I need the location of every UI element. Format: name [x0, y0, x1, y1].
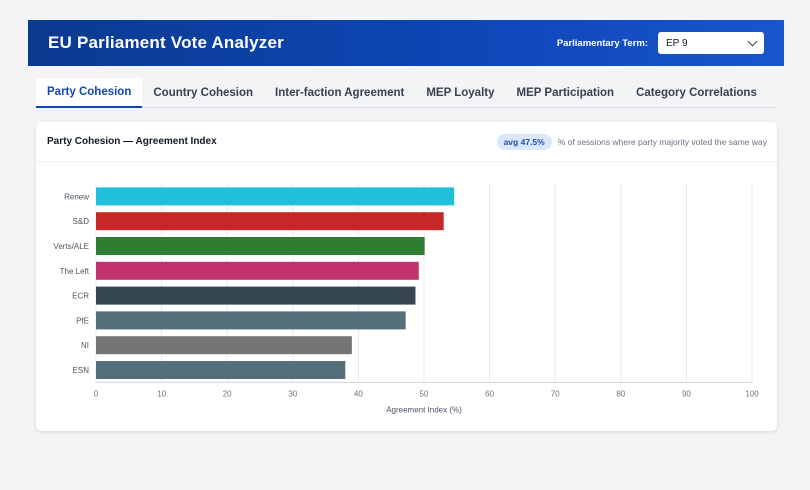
tab-category-correlations[interactable]: Category Correlations — [625, 78, 768, 108]
chevron-down-icon — [747, 36, 758, 46]
bar — [96, 336, 352, 355]
x-tick-label: 0 — [94, 389, 99, 398]
x-tick-label: 90 — [682, 389, 691, 398]
x-tick-label: 80 — [616, 389, 625, 398]
x-tick-label: 20 — [223, 389, 232, 398]
tab-mep-loyalty[interactable]: MEP Loyalty — [415, 78, 505, 108]
category-label: S&D — [73, 217, 90, 226]
bar — [96, 286, 416, 305]
bar — [96, 311, 406, 330]
app-title: EU Parliament Vote Analyzer — [48, 33, 284, 52]
x-tick-label: 70 — [551, 389, 560, 398]
x-tick-label: 10 — [157, 389, 166, 398]
category-label: ESN — [73, 366, 90, 375]
tab-mep-participation[interactable]: MEP Participation — [506, 78, 626, 108]
chart-card: Party Cohesion — Agreement Index avg 47.… — [36, 122, 777, 431]
card-header: Party Cohesion — Agreement Index avg 47.… — [36, 122, 777, 162]
bar-chart: 0 10 20 30 40 50 60 70 80 90 100 Renew S&D Verts/ALE T… — [53, 184, 759, 414]
term-selector-group: Parliamentary Term: EP 9 — [557, 32, 764, 54]
app-header: EU Parliament Vote Analyzer Parliamentar… — [28, 20, 784, 66]
x-tick-label: 50 — [420, 389, 429, 398]
x-tick-label: 100 — [745, 389, 759, 398]
average-badge: avg 47.5% — [496, 133, 552, 150]
card-description: % of sessions where party majority voted… — [557, 136, 767, 147]
category-label: NI — [81, 341, 89, 350]
app-window: EU Parliament Vote Analyzer Parliamentar… — [28, 20, 784, 462]
bar — [96, 212, 444, 231]
card-title: Party Cohesion — Agreement Index — [47, 136, 217, 147]
tab-bar: Party Cohesion Country Cohesion Inter-fa… — [36, 78, 776, 108]
tab-country-cohesion[interactable]: Country Cohesion — [142, 78, 264, 108]
category-label: The Left — [60, 267, 90, 276]
bar — [96, 237, 425, 255]
tab-party-cohesion[interactable]: Party Cohesion — [36, 78, 143, 108]
card-meta: avg 47.5% % of sessions where party majo… — [496, 133, 767, 150]
x-tick-label: 40 — [354, 389, 363, 398]
category-label: PfE — [76, 316, 89, 325]
term-select-value: EP 9 — [666, 37, 688, 49]
x-axis-title: Agreement Index (%) — [386, 405, 462, 414]
x-tick-label: 60 — [485, 389, 494, 398]
bar — [96, 187, 455, 206]
category-label: Renew — [64, 192, 89, 201]
term-select[interactable]: EP 9 — [658, 32, 764, 54]
category-label: Verts/ALE — [53, 242, 89, 251]
bar — [96, 361, 346, 379]
term-label: Parliamentary Term: — [556, 37, 648, 49]
category-label: ECR — [72, 292, 89, 301]
tab-inter-faction-agreement[interactable]: Inter-faction Agreement — [264, 78, 415, 108]
x-tick-label: 30 — [288, 389, 297, 398]
bar — [96, 261, 419, 280]
